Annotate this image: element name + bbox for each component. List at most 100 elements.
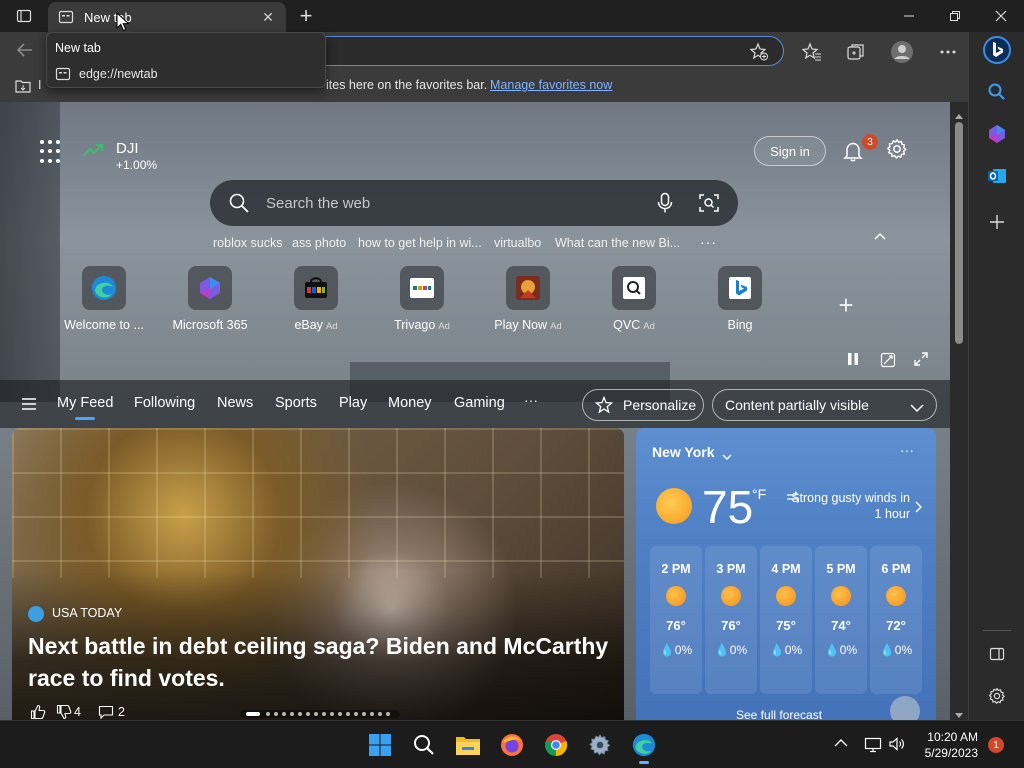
forecast-hour: 4 PM	[771, 562, 801, 576]
dislike-icon[interactable]	[56, 704, 72, 720]
comment-icon[interactable]	[98, 704, 114, 720]
file-explorer-icon[interactable]	[452, 729, 484, 761]
tab-sports[interactable]: Sports	[275, 395, 317, 411]
trending-item[interactable]: ass photo	[292, 236, 346, 250]
ad-label: Ad	[438, 321, 450, 332]
hourly-forecast-item[interactable]: 2 PM 76° 💧0%	[650, 546, 702, 694]
add-sidebar-app-icon[interactable]	[985, 210, 1009, 234]
sidebar-settings-icon[interactable]	[985, 684, 1009, 708]
bing-chat-icon[interactable]	[981, 34, 1013, 66]
manage-favorites-link[interactable]: Manage favorites now	[490, 78, 612, 92]
tab-play[interactable]: Play	[339, 395, 367, 411]
forecast-hour: 5 PM	[826, 562, 856, 576]
quick-link-tile[interactable]: Bing	[692, 266, 788, 336]
import-favorites-icon[interactable]	[14, 77, 32, 98]
trending-item[interactable]: virtualbo	[494, 236, 541, 250]
page-scrollbar[interactable]	[950, 102, 968, 720]
show-hidden-icons-chevron-icon[interactable]	[834, 735, 848, 753]
collections-icon[interactable]	[844, 40, 868, 64]
like-icon[interactable]	[30, 704, 46, 720]
search-icon[interactable]	[985, 80, 1009, 104]
close-tab-icon[interactable]: ✕	[260, 9, 276, 25]
add-favorite-icon[interactable]	[749, 42, 769, 62]
weather-card[interactable]: New York ··· 75 °F Strong gusty winds in…	[636, 428, 936, 720]
edge-icon[interactable]	[628, 729, 660, 764]
outlook-icon[interactable]	[985, 164, 1009, 188]
temperature-unit[interactable]: °F	[752, 486, 766, 502]
game-icon	[506, 266, 550, 310]
quick-link-label: Play Now	[494, 318, 548, 332]
precipitation-chance: 0%	[784, 643, 803, 657]
quick-link-tile[interactable]: QVC Ad	[586, 266, 682, 336]
trending-item[interactable]: how to get help in wi...	[358, 236, 482, 250]
scrollbar-thumb[interactable]	[955, 122, 963, 344]
chevron-right-icon[interactable]	[914, 500, 922, 518]
chevron-down-icon[interactable]	[722, 448, 732, 466]
feed-navigation: My Feed Following News Sports Play Money…	[0, 380, 950, 428]
tab-news[interactable]: News	[217, 395, 253, 411]
edit-background-icon[interactable]	[880, 352, 896, 373]
sign-in-button[interactable]: Sign in	[754, 136, 826, 166]
hourly-forecast-item[interactable]: 6 PM 72° 💧0%	[870, 546, 922, 694]
minimize-button[interactable]	[886, 0, 932, 32]
weather-more-button[interactable]: ···	[900, 442, 914, 458]
pause-icon[interactable]	[846, 352, 860, 371]
weather-alert[interactable]: Strong gusty winds in 1 hour	[786, 490, 910, 522]
see-full-forecast-link[interactable]: See full forecast	[736, 708, 822, 720]
search-icon[interactable]	[408, 729, 440, 761]
volume-icon[interactable]	[888, 735, 906, 758]
tab-new-tab[interactable]: New tab ✕	[48, 2, 286, 32]
carousel-indicator[interactable]	[240, 710, 400, 718]
favorites-icon[interactable]	[800, 40, 824, 64]
quick-link-tile[interactable]: eBay Ad	[268, 266, 364, 336]
trending-more-button[interactable]: ···	[700, 234, 717, 250]
quick-link-tile[interactable]: Microsoft 365	[162, 266, 258, 336]
sparkle-star-icon	[595, 396, 613, 414]
article-headline[interactable]: Next battle in debt ceiling saga? Biden …	[28, 630, 618, 694]
search-input[interactable]	[266, 190, 646, 216]
system-clock[interactable]: 10:20 AM 5/29/2023	[918, 729, 978, 761]
chevron-up-icon[interactable]	[872, 228, 888, 244]
settings-and-more-icon[interactable]	[936, 40, 960, 64]
new-tab-button[interactable]: +	[294, 5, 318, 27]
windows-start-icon[interactable]	[364, 729, 396, 761]
add-quick-link-button[interactable]: +	[834, 292, 858, 318]
hourly-forecast-item[interactable]: 4 PM 75° 💧0%	[760, 546, 812, 694]
hero-news-card[interactable]: USA TODAY Next battle in debt ceiling sa…	[12, 428, 624, 720]
personalize-button[interactable]: Personalize	[582, 389, 704, 421]
quick-link-tile[interactable]: Play Now Ad	[480, 266, 576, 336]
expand-icon[interactable]	[914, 352, 928, 371]
content-visibility-label: Content partially visible	[725, 397, 869, 413]
quick-link-tile[interactable]: Trivago Ad	[374, 266, 470, 336]
microphone-icon[interactable]	[656, 192, 674, 219]
firefox-icon[interactable]	[496, 729, 528, 761]
weather-location[interactable]: New York	[652, 444, 715, 460]
chrome-icon[interactable]	[540, 729, 572, 761]
hamburger-menu-icon[interactable]	[22, 397, 36, 415]
profile-avatar-icon[interactable]	[890, 40, 914, 64]
hourly-forecast-item[interactable]: 5 PM 74° 💧0%	[815, 546, 867, 694]
hide-sidebar-icon[interactable]	[985, 642, 1009, 666]
trending-item[interactable]: What can the new Bi...	[555, 236, 680, 250]
tab-my-feed[interactable]: My Feed	[57, 395, 113, 420]
tab-money[interactable]: Money	[388, 395, 432, 411]
tab-gaming[interactable]: Gaming	[454, 395, 505, 411]
back-button[interactable]	[14, 40, 40, 62]
quick-link-tile[interactable]: Welcome to ...	[56, 266, 152, 336]
chevron-down-icon	[910, 400, 924, 416]
feed-more-button[interactable]: ···	[524, 392, 538, 408]
hourly-forecast-item[interactable]: 3 PM 76° 💧0%	[705, 546, 757, 694]
close-window-button[interactable]	[978, 0, 1024, 32]
tab-actions-icon[interactable]	[10, 6, 38, 26]
page-settings-icon[interactable]	[886, 138, 910, 162]
microsoft365-icon[interactable]	[985, 122, 1009, 146]
restore-button[interactable]	[932, 0, 978, 32]
visual-search-icon[interactable]	[698, 192, 720, 219]
content-visibility-dropdown[interactable]: Content partially visible	[712, 389, 937, 421]
settings-icon[interactable]	[584, 729, 616, 761]
notification-center-badge[interactable]: 1	[988, 737, 1004, 753]
tab-following[interactable]: Following	[134, 395, 195, 411]
network-icon[interactable]	[864, 735, 882, 758]
app-launcher-icon[interactable]	[40, 140, 64, 164]
trending-item[interactable]: roblox sucks	[213, 236, 282, 250]
